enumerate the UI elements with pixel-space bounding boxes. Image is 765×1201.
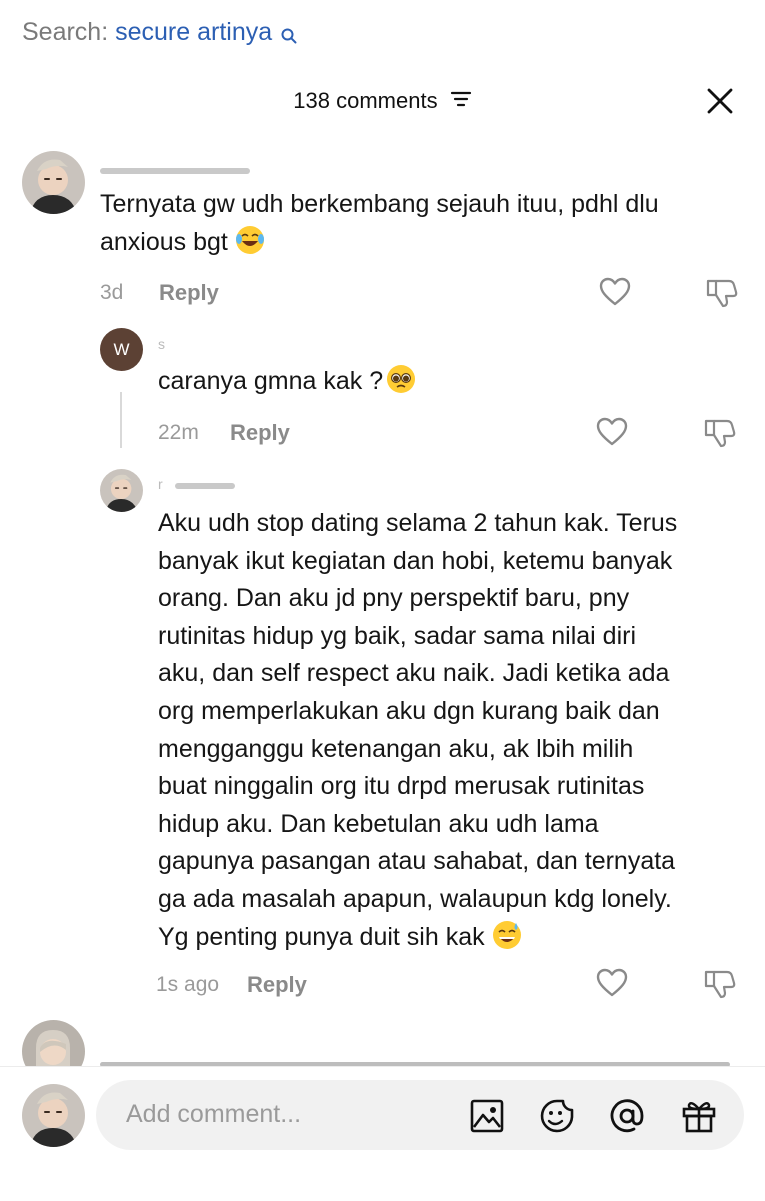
comment-line: rutinitas hidup yg baik, sadar sama nila… <box>158 621 637 650</box>
username-fragment: s <box>158 336 165 352</box>
comment-time: 22m <box>158 421 199 444</box>
search-label: Search: <box>22 18 109 46</box>
username-fragment: r <box>158 476 163 492</box>
thread-line <box>120 392 122 448</box>
mention-icon[interactable] <box>608 1097 646 1135</box>
comment-line: org memperlakukan aku dgn kurang baik da… <box>158 696 660 725</box>
comment-line: aku, dan self respect aku naik. Jadi ket… <box>158 659 670 688</box>
comment-line: Aku udh stop dating selama 2 tahun kak. … <box>158 509 678 537</box>
comment-line: orang. Dan aku jd pny perspektif baru, p… <box>158 584 630 613</box>
comment-line: Yg penting punya duit sih kak <box>158 919 748 957</box>
comments-header: 138 comments <box>0 88 765 114</box>
reply-button[interactable]: Reply <box>230 420 290 446</box>
comment-line-text: anxious bgt <box>100 227 228 256</box>
reply-button[interactable]: Reply <box>247 972 307 998</box>
avatar-letter: W <box>113 340 130 359</box>
search-bar[interactable]: Search: secure artinya <box>22 18 297 51</box>
sweat-smile-emoji <box>491 919 523 951</box>
joy-emoji <box>234 224 266 256</box>
comment-line: banyak ikut kegiatan dan hobi, ketemu ba… <box>158 546 673 575</box>
search-icon[interactable] <box>281 22 297 51</box>
avatar[interactable] <box>22 1084 85 1147</box>
heart-icon[interactable] <box>598 275 632 309</box>
comment-input[interactable]: Add comment... <box>96 1080 744 1150</box>
close-icon[interactable] <box>705 86 735 116</box>
comment-composer: Add comment... <box>0 1066 765 1201</box>
dislike-icon[interactable] <box>703 966 737 1000</box>
image-icon[interactable] <box>468 1097 506 1135</box>
comment-line: mengganggu ketenangan aku, ak lbih milih <box>158 734 634 763</box>
comment-line: ga ada masalah apapun, walaupun kdg lone… <box>158 884 672 913</box>
comment-line: hidup aku. Dan kebetulan aku udh lama <box>158 809 599 838</box>
comment-placeholder: Add comment... <box>126 1100 302 1128</box>
sort-icon[interactable] <box>450 88 472 114</box>
avatar[interactable] <box>100 469 143 512</box>
comment-time: 3d <box>100 281 124 304</box>
comment-line-text: caranya gmna kak ? <box>158 367 384 395</box>
gift-icon[interactable] <box>680 1097 718 1135</box>
comment-time: 1s ago <box>156 973 220 996</box>
reply-button[interactable]: Reply <box>159 280 219 306</box>
avatar[interactable] <box>22 151 85 214</box>
heart-icon[interactable] <box>595 415 629 449</box>
comment-line: anxious bgt <box>100 224 740 262</box>
search-query[interactable]: secure artinya <box>115 18 272 46</box>
username-placeholder <box>100 168 250 174</box>
avatar[interactable]: W <box>100 328 143 371</box>
heart-icon[interactable] <box>595 966 629 1000</box>
comment-line-text: Yg penting punya duit sih kak <box>158 922 485 951</box>
comment-line: gapunya pasangan atau sahabat, dan terny… <box>158 847 676 876</box>
dislike-icon[interactable] <box>703 415 737 449</box>
dislike-icon[interactable] <box>705 275 739 309</box>
comment-text: Ternyata gw udh berkembang sejauh ituu, … <box>100 186 740 261</box>
comment-line: buat ninggalin org itu drpd merusak ruti… <box>158 772 645 801</box>
comment-text: caranya gmna kak ? <box>158 363 417 401</box>
comment-text: Aku udh stop dating selama 2 tahun kak. … <box>158 505 748 956</box>
comment-line: Ternyata gw udh berkembang sejauh ituu, … <box>100 190 659 218</box>
comment-count: 138 comments <box>293 88 438 113</box>
emoji-sticker-icon[interactable] <box>538 1097 576 1135</box>
pleading-emoji <box>385 363 417 395</box>
username-placeholder <box>175 483 235 489</box>
